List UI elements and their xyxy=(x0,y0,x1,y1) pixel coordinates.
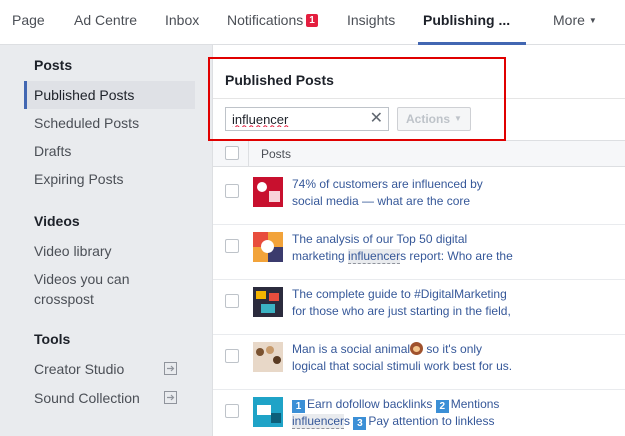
tab-notifications-label: Notifications xyxy=(227,12,304,28)
post-text-segment: Pay attention to linkless xyxy=(368,414,495,428)
post-text-line: for those who are just starting in the f… xyxy=(292,304,511,318)
tab-ad-centre[interactable]: Ad Centre xyxy=(74,0,137,45)
table-header: Posts xyxy=(213,140,625,167)
sidebar-item-expiring-posts[interactable]: Expiring Posts xyxy=(24,169,195,189)
tab-page[interactable]: Page xyxy=(12,0,45,45)
tab-insights[interactable]: Insights xyxy=(347,0,395,45)
sidebar-item-drafts[interactable]: Drafts xyxy=(24,141,195,161)
tab-notifications[interactable]: Notifications 1 xyxy=(227,0,318,45)
post-text-segment: Earn dofollow backlinks xyxy=(307,397,436,411)
sidebar-item-sound-collection[interactable]: Sound Collection xyxy=(24,388,195,408)
number-3-emoji-icon: 3 xyxy=(353,417,367,430)
sidebar-item-scheduled-posts[interactable]: Scheduled Posts xyxy=(24,113,195,133)
notification-count-badge: 1 xyxy=(306,14,318,27)
tab-inbox[interactable]: Inbox xyxy=(165,0,199,45)
post-thumbnail[interactable] xyxy=(253,397,283,427)
actions-label: Actions xyxy=(406,112,451,126)
search-match-highlight: influencer xyxy=(292,414,345,429)
row-checkbox[interactable] xyxy=(225,404,239,418)
post-text-line: social media — what are the core xyxy=(292,194,471,208)
sidebar-item-published-posts[interactable]: Published Posts xyxy=(24,81,195,109)
search-input[interactable] xyxy=(226,108,366,130)
sidebar-item-crosspost[interactable]: Videos you can crosspost xyxy=(24,269,154,309)
post-text-segment: s xyxy=(344,414,354,428)
search-box: ✕ xyxy=(225,107,389,131)
post-text-segment: s report: Who are the xyxy=(400,249,513,263)
table-row[interactable]: The complete guide to #DigitalMarketing … xyxy=(213,280,625,335)
sidebar-section-tools: Tools xyxy=(34,331,71,347)
row-checkbox[interactable] xyxy=(225,239,239,253)
top-nav: Page Ad Centre Inbox Notifications 1 Insi… xyxy=(0,0,625,45)
post-link[interactable]: 1 Earn dofollow backlinks 2 Mentions influ… xyxy=(292,396,520,430)
sidebar-section-videos: Videos xyxy=(34,213,80,229)
post-text-segment: marketing xyxy=(292,249,349,263)
post-thumbnail[interactable] xyxy=(253,342,283,372)
sidebar-item-creator-studio[interactable]: Creator Studio xyxy=(24,359,195,379)
actions-dropdown-button[interactable]: Actions ▼ xyxy=(397,107,471,131)
post-link[interactable]: The analysis of our Top 50 digital marke… xyxy=(292,231,520,265)
post-thumbnail[interactable] xyxy=(253,232,283,262)
sidebar-item-label: Sound Collection xyxy=(34,390,140,406)
row-checkbox[interactable] xyxy=(225,184,239,198)
post-thumbnail[interactable] xyxy=(253,287,283,317)
tab-publishing[interactable]: Publishing ... xyxy=(418,0,526,45)
divider xyxy=(213,98,625,99)
post-text-segment: so it's only xyxy=(423,342,483,356)
post-text-line: influencers 3 Pay attention to linkless xyxy=(292,413,520,430)
column-divider xyxy=(248,141,249,166)
published-posts-panel: Published Posts ✕ Actions▼ Posts 74% of … xyxy=(212,45,625,436)
post-text-line: Man is a social animal so it's only xyxy=(292,341,520,358)
post-text-line: logical that social stimuli work best fo… xyxy=(292,359,513,373)
close-icon[interactable]: ✕ xyxy=(370,111,383,127)
row-checkbox[interactable] xyxy=(225,294,239,308)
post-text-line: 1 Earn dofollow backlinks 2 Mentions xyxy=(292,396,520,413)
row-checkbox[interactable] xyxy=(225,349,239,363)
post-text-line: The analysis of our Top 50 digital xyxy=(292,232,468,246)
caret-down-icon: ▼ xyxy=(588,16,597,25)
post-link[interactable]: The complete guide to #DigitalMarketing … xyxy=(292,286,520,320)
number-1-emoji-icon: 1 xyxy=(292,400,305,413)
post-link[interactable]: Man is a social animal so it's only logi… xyxy=(292,341,520,375)
search-match-highlight: influencer xyxy=(348,249,401,264)
post-text-line: The complete guide to #DigitalMarketing xyxy=(292,287,507,301)
post-text-segment: Mentions xyxy=(450,397,500,411)
table-row[interactable]: 74% of customers are influenced by socia… xyxy=(213,170,625,225)
tab-more-label: More xyxy=(553,12,585,28)
sidebar-item-label: Creator Studio xyxy=(34,361,125,377)
sidebar: Posts Published Posts Scheduled Posts Dr… xyxy=(0,45,212,436)
post-link[interactable]: 74% of customers are influenced by socia… xyxy=(292,176,520,210)
table-row[interactable]: 1 Earn dofollow backlinks 2 Mentions influ… xyxy=(213,390,625,436)
external-link-icon xyxy=(164,362,177,375)
page-title: Published Posts xyxy=(225,72,334,88)
post-thumbnail[interactable] xyxy=(253,177,283,207)
caret-down-icon: ▼ xyxy=(454,114,462,123)
table-row[interactable]: Man is a social animal so it's only logi… xyxy=(213,335,625,390)
table-row[interactable]: The analysis of our Top 50 digital marke… xyxy=(213,225,625,280)
external-link-icon xyxy=(164,391,177,404)
monkey-emoji-icon xyxy=(410,342,424,355)
sidebar-section-posts: Posts xyxy=(34,57,73,73)
post-text-line: marketing influencers report: Who are th… xyxy=(292,248,520,265)
number-2-emoji-icon: 2 xyxy=(435,400,449,413)
post-text-line: 74% of customers are influenced by xyxy=(292,177,483,191)
select-all-checkbox[interactable] xyxy=(225,146,239,160)
sidebar-item-video-library[interactable]: Video library xyxy=(24,241,195,261)
column-header-posts[interactable]: Posts xyxy=(261,147,291,161)
post-text-segment: Man is a social animal xyxy=(292,342,411,356)
tab-more[interactable]: More ▼ xyxy=(553,0,597,45)
